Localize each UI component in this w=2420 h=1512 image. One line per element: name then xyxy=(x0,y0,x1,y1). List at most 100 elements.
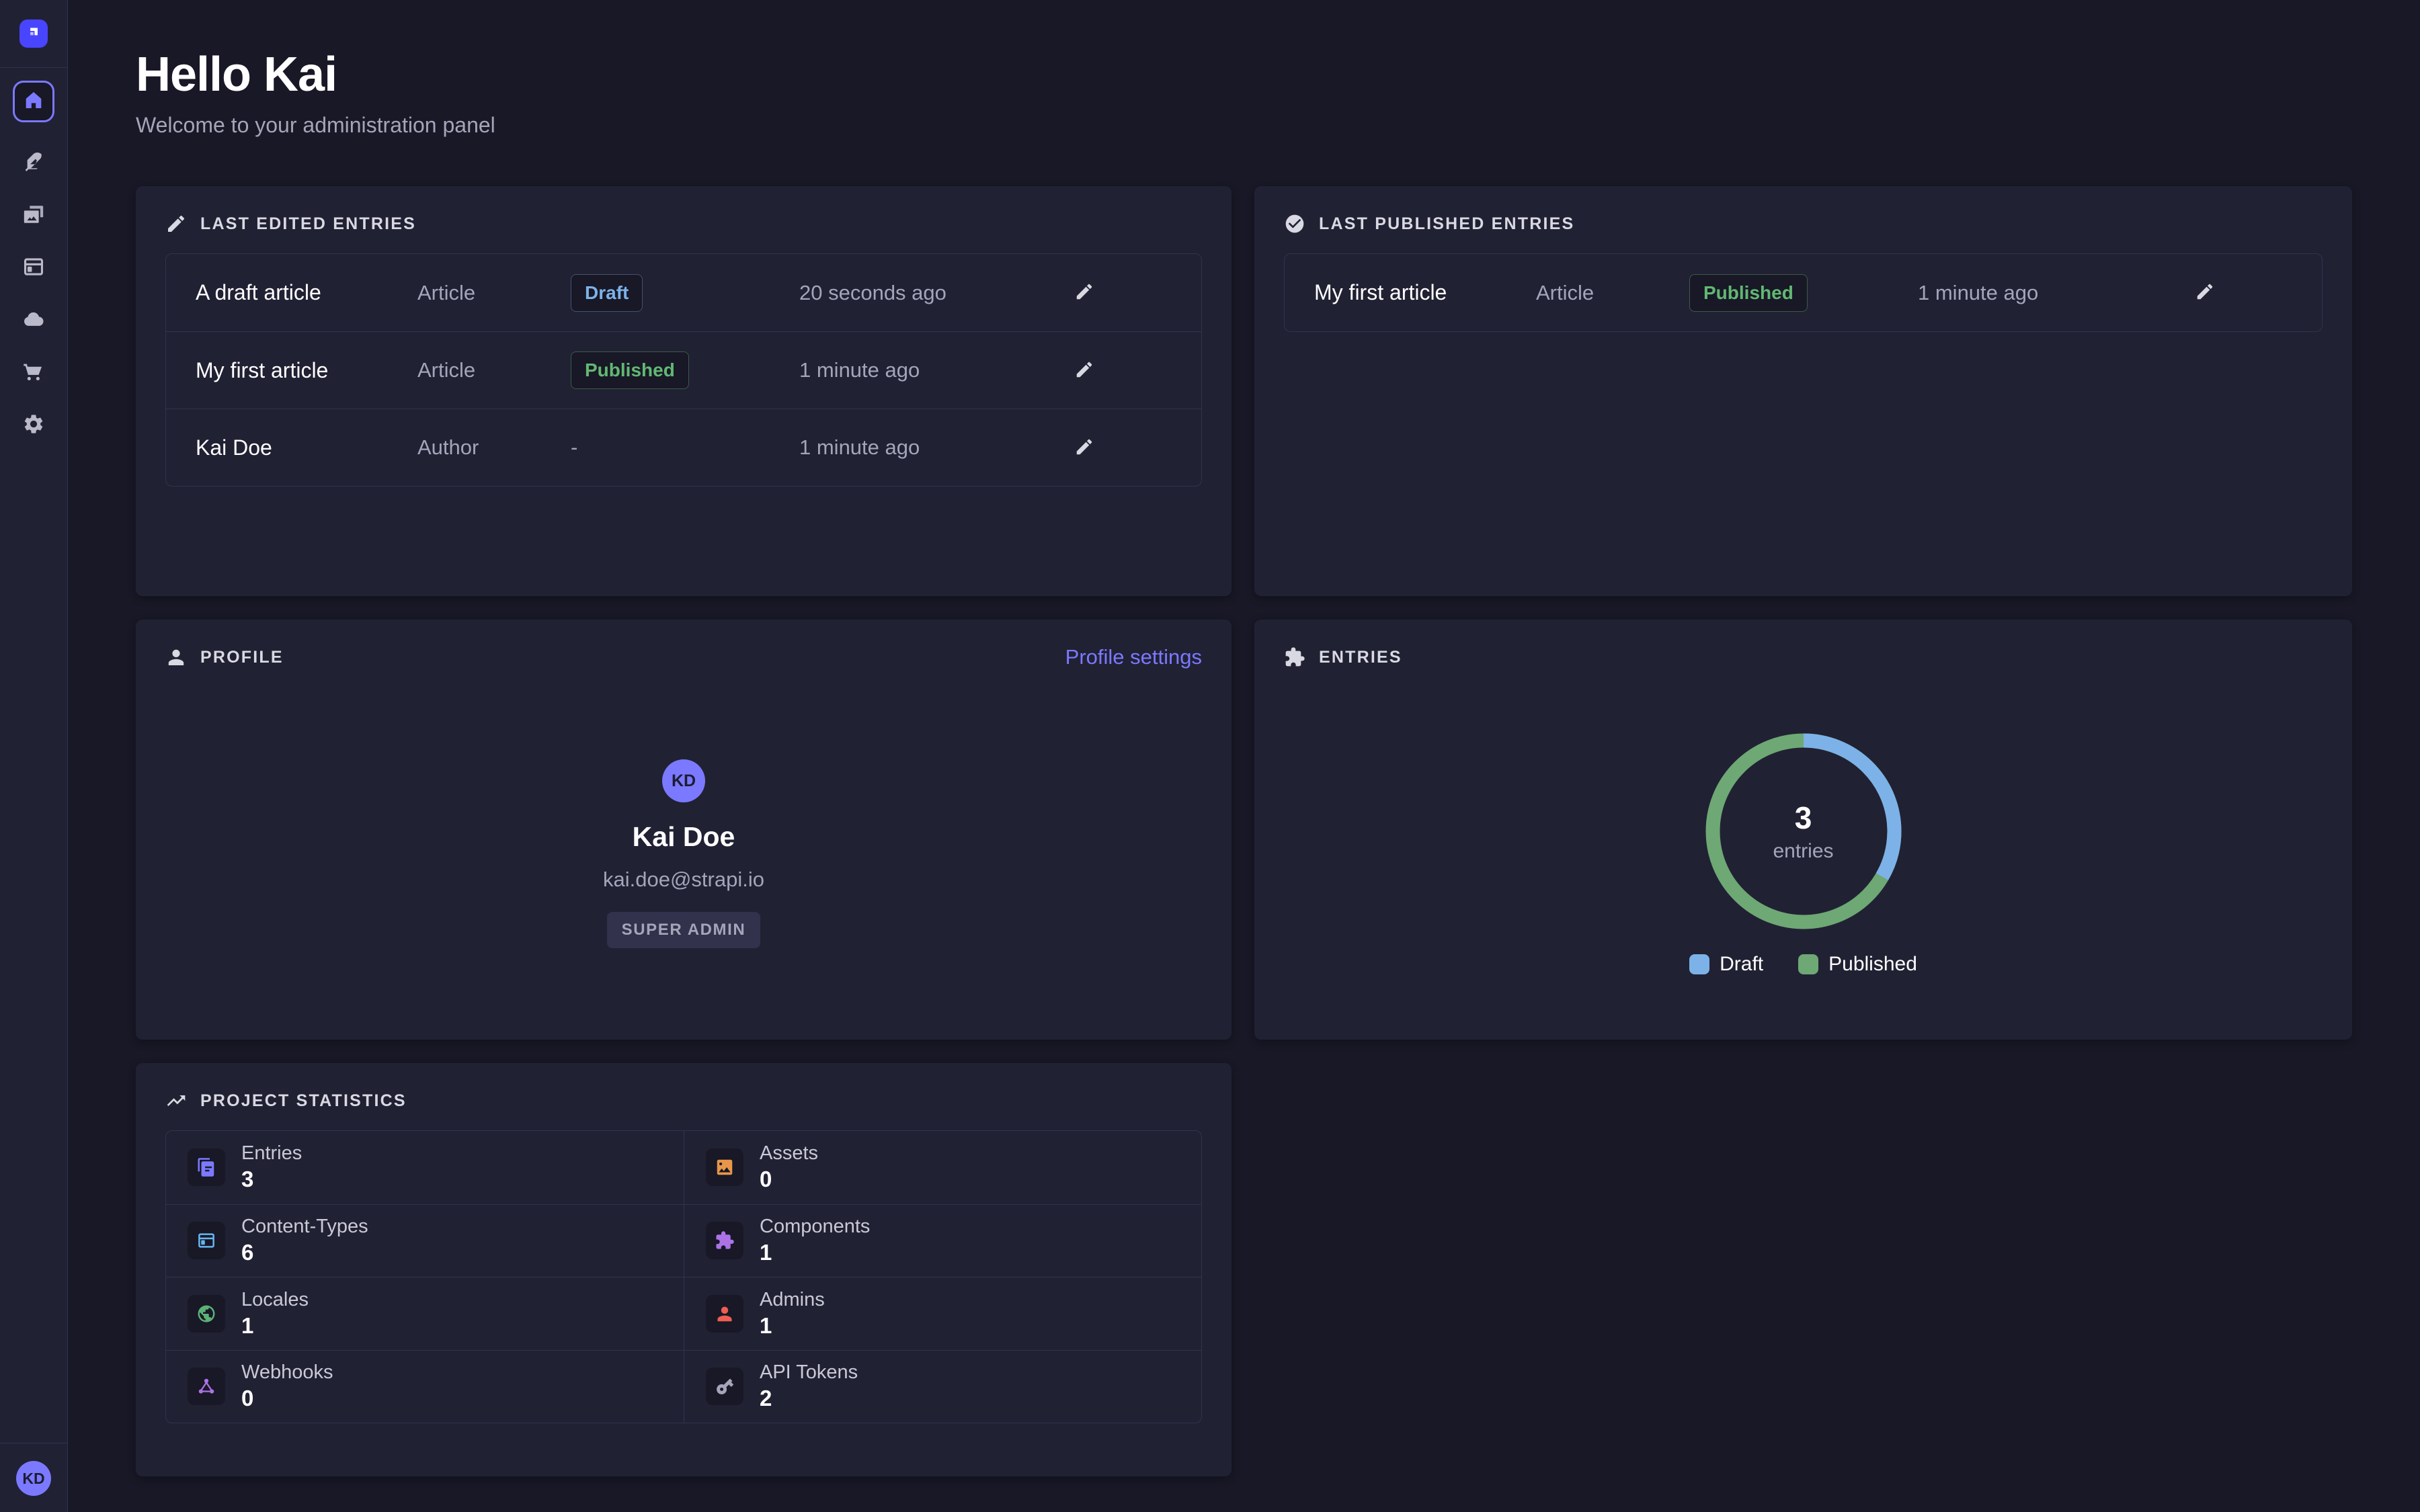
edit-entry-button[interactable] xyxy=(2190,278,2220,308)
entries-count: 3 xyxy=(1795,800,1812,836)
stat-label: API Tokens xyxy=(760,1361,858,1384)
donut-chart: 3 entries xyxy=(1699,727,1908,935)
role-badge: SUPER ADMIN xyxy=(607,912,761,948)
entry-name: My first article xyxy=(196,358,417,383)
legend-label: Draft xyxy=(1720,953,1763,976)
stat-value: 1 xyxy=(760,1313,825,1339)
last-edited-header: LAST EDITED ENTRIES xyxy=(165,209,1202,239)
stat-value: 6 xyxy=(241,1240,368,1265)
stat-value: 0 xyxy=(760,1167,818,1192)
profile-name: Kai Doe xyxy=(633,821,735,853)
strapi-logo[interactable] xyxy=(19,19,48,48)
sidebar-item-marketplace[interactable] xyxy=(22,362,45,384)
entry-name: A draft article xyxy=(196,280,417,305)
pencil-icon xyxy=(1074,360,1094,382)
card-title: LAST PUBLISHED ENTRIES xyxy=(1319,214,1574,234)
layout-icon xyxy=(188,1222,225,1259)
puzzle-icon xyxy=(706,1222,743,1259)
globe-icon xyxy=(188,1295,225,1333)
stat-value: 2 xyxy=(760,1386,858,1411)
sidebar-item-content-manager[interactable] xyxy=(22,152,45,175)
status-empty: - xyxy=(571,435,577,459)
project-statistics-card: PROJECT STATISTICS Entries3 Assets0 xyxy=(136,1063,1232,1476)
profile-card: PROFILE Profile settings KD Kai Doe kai.… xyxy=(136,620,1232,1040)
trending-up-icon xyxy=(165,1090,187,1111)
profile-avatar: KD xyxy=(662,759,705,802)
main-content: Hello Kai Welcome to your administration… xyxy=(68,0,2420,1512)
stat-value: 3 xyxy=(241,1167,302,1192)
profile-body: KD Kai Doe kai.doe@strapi.io SUPER ADMIN xyxy=(165,759,1202,948)
edit-entry-button[interactable] xyxy=(1070,433,1099,462)
cart-icon xyxy=(22,360,45,386)
legend-item-draft: Draft xyxy=(1689,953,1763,976)
profile-settings-link[interactable]: Profile settings xyxy=(1065,645,1202,669)
status-badge: Published xyxy=(571,351,689,389)
entries-count-label: entries xyxy=(1773,840,1833,863)
entry-time: 1 minute ago xyxy=(1918,281,2178,305)
sidebar-item-home[interactable] xyxy=(13,81,54,122)
stat-label: Entries xyxy=(241,1142,302,1165)
table-row: My first article Article Published 1 min… xyxy=(1285,254,2322,331)
draft-swatch xyxy=(1689,954,1709,974)
status-badge: Draft xyxy=(571,274,643,312)
table-row: My first article Article Published 1 min… xyxy=(166,331,1201,409)
stat-label: Admins xyxy=(760,1289,825,1311)
key-icon xyxy=(706,1368,743,1405)
entry-kind: Article xyxy=(1536,281,1689,305)
card-title: PROJECT STATISTICS xyxy=(200,1091,407,1111)
stat-label: Components xyxy=(760,1216,870,1238)
home-icon xyxy=(23,89,44,114)
dashboard-grid: LAST EDITED ENTRIES A draft article Arti… xyxy=(136,186,2352,1476)
stat-content-types: Content-Types6 xyxy=(166,1204,684,1277)
check-circle-icon xyxy=(1284,213,1305,235)
last-published-card: LAST PUBLISHED ENTRIES My first article … xyxy=(1254,186,2352,596)
sidebar-item-deploy[interactable] xyxy=(22,309,45,332)
edit-entry-button[interactable] xyxy=(1070,278,1099,308)
entry-status: - xyxy=(571,435,799,460)
profile-email: kai.doe@strapi.io xyxy=(603,868,764,892)
share-icon xyxy=(188,1368,225,1405)
stat-label: Locales xyxy=(241,1289,309,1311)
image-icon xyxy=(706,1148,743,1186)
sidebar-item-settings[interactable] xyxy=(22,414,45,437)
sidebar-item-media-library[interactable] xyxy=(22,204,45,227)
user-avatar[interactable]: KD xyxy=(16,1461,51,1496)
card-title: ENTRIES xyxy=(1319,648,1402,667)
entry-name: Kai Doe xyxy=(196,435,417,460)
pencil-icon xyxy=(1074,282,1094,304)
entries-header: ENTRIES xyxy=(1284,642,2323,672)
card-title: PROFILE xyxy=(200,648,284,667)
pencil-icon xyxy=(165,213,187,235)
media-library-icon xyxy=(22,203,45,229)
user-icon xyxy=(706,1295,743,1333)
feather-icon xyxy=(22,151,45,177)
status-badge: Published xyxy=(1689,274,1808,312)
entry-status: Published xyxy=(571,351,799,389)
entry-kind: Article xyxy=(417,358,571,382)
pencil-icon xyxy=(1074,437,1094,459)
stat-value: 1 xyxy=(241,1313,309,1339)
entries-card: ENTRIES 3 entries xyxy=(1254,620,2352,1040)
entries-chart-area: 3 entries Draft Published xyxy=(1284,672,2323,976)
gear-icon xyxy=(22,413,45,439)
edit-entry-button[interactable] xyxy=(1070,355,1099,385)
sidebar-item-content-type-builder[interactable] xyxy=(22,257,45,280)
donut-center: 3 entries xyxy=(1699,727,1908,935)
entry-kind: Author xyxy=(417,435,571,460)
layout-icon xyxy=(22,255,45,282)
entry-name: My first article xyxy=(1314,280,1536,305)
last-edited-table: A draft article Article Draft 20 seconds… xyxy=(165,253,1202,487)
page-subtitle: Welcome to your administration panel xyxy=(136,113,2352,138)
entry-time: 20 seconds ago xyxy=(799,281,1057,305)
stat-label: Webhooks xyxy=(241,1361,333,1384)
puzzle-icon xyxy=(1284,646,1305,668)
card-title: LAST EDITED ENTRIES xyxy=(200,214,416,234)
legend-label: Published xyxy=(1828,953,1917,976)
project-statistics-header: PROJECT STATISTICS xyxy=(165,1086,1202,1116)
page-title: Hello Kai xyxy=(136,47,2352,102)
stat-admins: Admins1 xyxy=(684,1277,1201,1350)
table-row: A draft article Article Draft 20 seconds… xyxy=(166,254,1201,331)
documents-icon xyxy=(188,1148,225,1186)
sidebar-nav xyxy=(0,68,67,1443)
entry-status: Draft xyxy=(571,274,799,312)
